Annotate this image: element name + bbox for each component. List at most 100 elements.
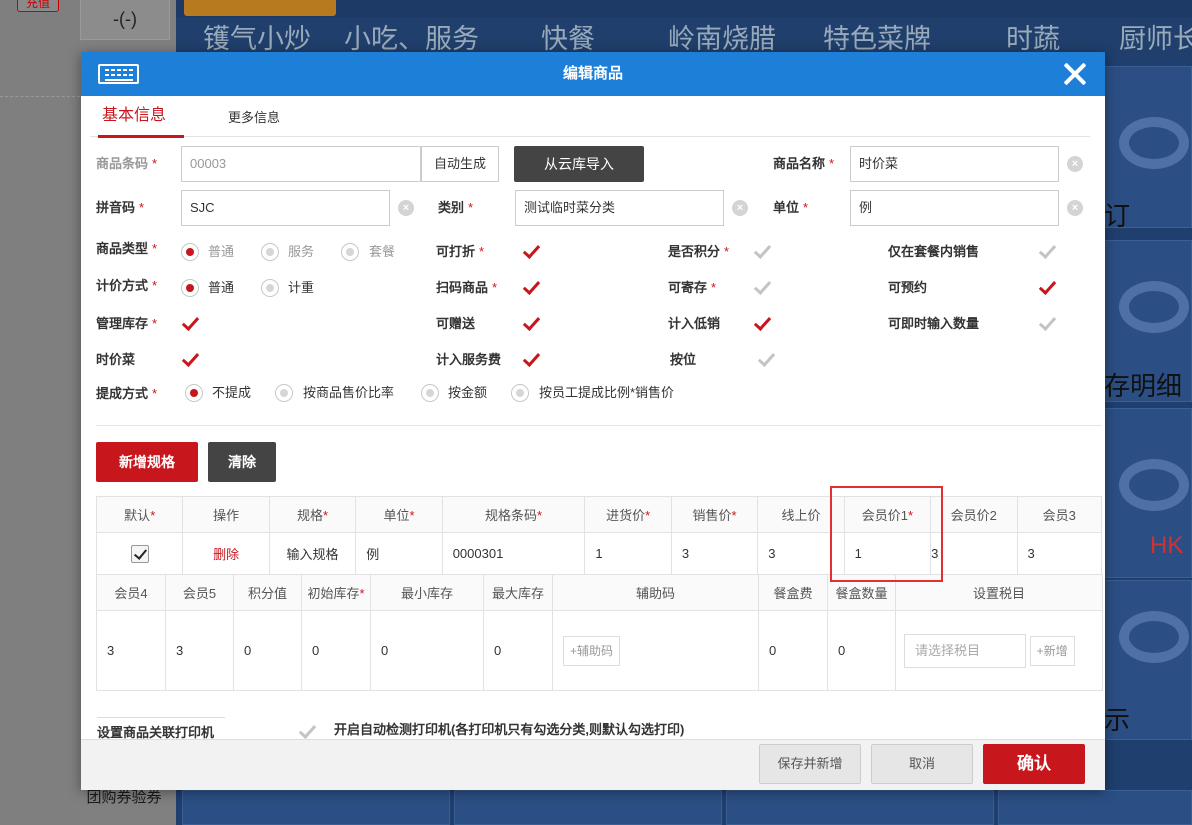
delete-link[interactable]: 删除: [213, 547, 239, 562]
member-price-2-cell[interactable]: 3: [930, 532, 1018, 575]
set-only-check[interactable]: [1038, 246, 1056, 258]
online-price-cell[interactable]: 3: [757, 532, 845, 575]
col-header: 积分值: [233, 574, 302, 611]
unit-input[interactable]: 例: [850, 190, 1059, 226]
clear-icon[interactable]: ×: [1067, 156, 1083, 172]
product-name-input[interactable]: 时价菜: [850, 146, 1059, 182]
clear-icon[interactable]: ×: [1067, 200, 1083, 216]
cloud-import-button[interactable]: 从云库导入: [514, 146, 644, 182]
deposit-check[interactable]: [753, 282, 771, 294]
commission-none-radio[interactable]: [185, 384, 203, 402]
min-stock-cell[interactable]: 0: [370, 610, 484, 691]
unit-cell[interactable]: 例: [355, 532, 443, 575]
spec-code-cell[interactable]: 0000301: [441, 532, 586, 575]
commission-amount-radio[interactable]: [421, 384, 439, 402]
points-check[interactable]: [753, 246, 771, 258]
pricing-normal-radio[interactable]: [181, 279, 199, 297]
min-spend-check[interactable]: [753, 318, 771, 330]
manage-stock-check[interactable]: [181, 318, 199, 330]
col-header: 销售价*: [670, 496, 759, 533]
member-price-3-cell[interactable]: 3: [1016, 532, 1102, 575]
reservable-check[interactable]: [1038, 282, 1056, 294]
giftable-check[interactable]: [522, 318, 540, 330]
type-combo-radio[interactable]: [341, 243, 359, 261]
points-label: 是否积分 *: [668, 244, 730, 259]
instant-qty-check[interactable]: [1038, 318, 1056, 330]
category-select[interactable]: 测试临时菜分类: [515, 190, 724, 226]
col-header: 餐盒数量: [827, 574, 896, 611]
by-position-check[interactable]: [757, 354, 775, 366]
type-normal-radio[interactable]: [181, 243, 199, 261]
barcode-input[interactable]: 00003: [181, 146, 421, 182]
cost-price-cell[interactable]: 1: [584, 532, 672, 575]
spec-table-extra: 会员4 会员5 积分值 初始库存* 最小库存 最大库存 辅助码 餐盒费 餐盒数量…: [96, 574, 1103, 691]
pricing-method-label: 计价方式 *: [96, 278, 158, 293]
category-tab[interactable]: 岭南烧腊: [668, 22, 776, 56]
tax-select[interactable]: 请选择税目: [904, 633, 1026, 668]
function-button[interactable]: -(-): [80, 0, 170, 40]
spec-input[interactable]: 输入规格: [268, 532, 357, 575]
category-tab[interactable]: 小吃、服务: [344, 22, 479, 56]
recharge-badge[interactable]: 充值: [17, 0, 59, 12]
default-cell: [95, 532, 184, 575]
tab-more-info[interactable]: 更多信息: [228, 108, 280, 128]
add-spec-button[interactable]: 新增规格: [96, 442, 198, 482]
clear-spec-button[interactable]: 清除: [208, 442, 276, 482]
col-header: 线上价: [757, 496, 845, 533]
product-tile[interactable]: [998, 790, 1192, 825]
category-tab[interactable]: 特色菜牌: [823, 22, 931, 56]
auto-generate-button[interactable]: 自动生成: [421, 146, 499, 182]
scan-product-check[interactable]: [522, 282, 540, 294]
cancel-button[interactable]: 取消: [871, 744, 973, 784]
clear-icon[interactable]: ×: [398, 200, 414, 216]
reservable-label: 可预约: [888, 280, 928, 295]
initial-stock-cell[interactable]: 0: [301, 610, 371, 691]
commission-none-label: 不提成: [212, 385, 252, 400]
clear-icon[interactable]: ×: [732, 200, 748, 216]
commission-price-ratio-radio[interactable]: [275, 384, 293, 402]
product-tile[interactable]: [454, 790, 722, 825]
save-and-add-button[interactable]: 保存并新增: [759, 744, 861, 784]
member-price-4-cell[interactable]: 3: [96, 610, 166, 691]
seasonal-price-check[interactable]: [181, 354, 199, 366]
auto-detect-printer-check[interactable]: [298, 726, 316, 738]
product-name-label: 商品名称 *: [773, 156, 835, 171]
pinyin-label: 拼音码 *: [96, 200, 145, 215]
category-tab[interactable]: 时蔬: [1006, 22, 1060, 56]
table-row: 3 3 0 0 0 0 +辅助码 0 0 请选择税目 +新增: [96, 610, 1103, 691]
category-tab[interactable]: 厨师长: [1119, 22, 1192, 56]
member-price-1-cell[interactable]: 1: [843, 532, 932, 575]
type-service-radio[interactable]: [261, 243, 279, 261]
product-tile[interactable]: [726, 790, 994, 825]
box-fee-cell[interactable]: 0: [758, 610, 828, 691]
points-value-cell[interactable]: 0: [233, 610, 302, 691]
close-icon[interactable]: [1061, 60, 1089, 88]
pinyin-input[interactable]: SJC: [181, 190, 390, 226]
top-tag-active[interactable]: [184, 0, 336, 16]
col-header: 单位*: [355, 496, 443, 533]
commission-staff-ratio-radio[interactable]: [511, 384, 529, 402]
scan-product-label: 扫码商品 *: [436, 280, 498, 295]
service-fee-check[interactable]: [522, 354, 540, 366]
discountable-check[interactable]: [522, 246, 540, 258]
group-coupon-button[interactable]: 团购券验券: [80, 788, 168, 807]
member-price-5-cell[interactable]: 3: [165, 610, 234, 691]
active-tab-indicator: [98, 135, 184, 138]
add-aux-code-button[interactable]: +辅助码: [563, 635, 621, 666]
box-qty-cell[interactable]: 0: [827, 610, 896, 691]
max-stock-cell[interactable]: 0: [483, 610, 553, 691]
pricing-weight-radio[interactable]: [261, 279, 279, 297]
section-divider: [96, 425, 1102, 426]
set-only-label: 仅在套餐内销售: [888, 244, 980, 259]
tab-basic-info[interactable]: 基本信息: [102, 106, 166, 126]
col-header: 初始库存*: [301, 574, 371, 611]
category-tab[interactable]: 镬气小炒: [203, 22, 311, 56]
default-checkbox[interactable]: [130, 544, 149, 563]
commission-staff-ratio-label: 按员工提成比例*销售价: [539, 385, 675, 400]
col-header: 规格*: [268, 496, 357, 533]
product-tile[interactable]: [182, 790, 450, 825]
category-tab[interactable]: 快餐: [541, 22, 595, 56]
sale-price-cell[interactable]: 3: [670, 532, 759, 575]
add-tax-button[interactable]: +新增: [1029, 635, 1075, 666]
confirm-button[interactable]: 确认: [983, 744, 1085, 784]
